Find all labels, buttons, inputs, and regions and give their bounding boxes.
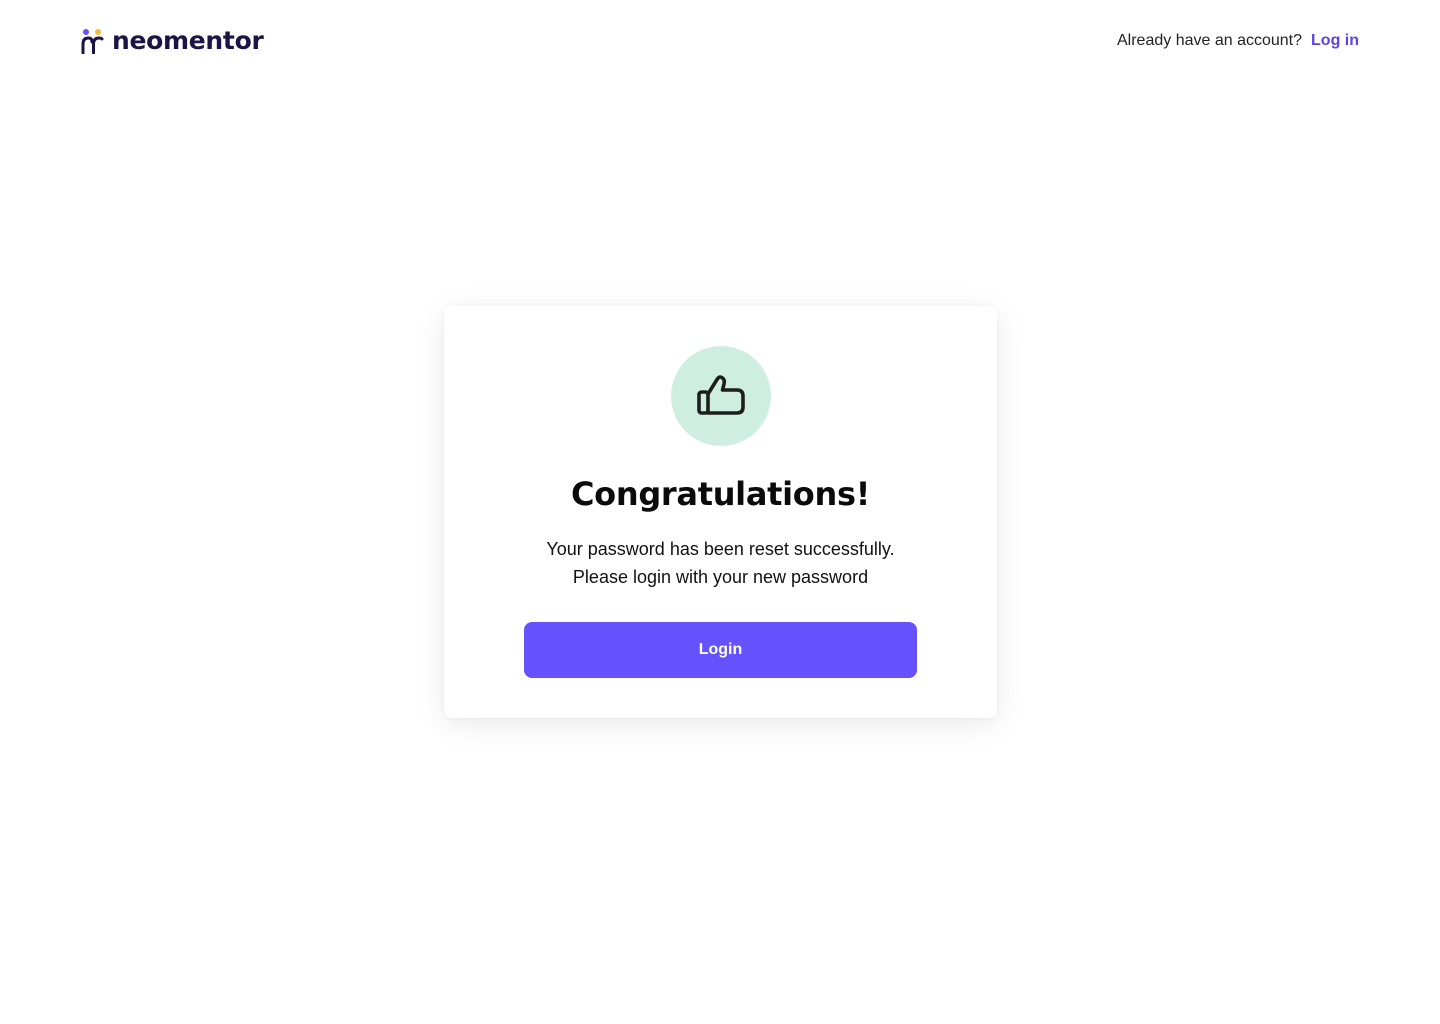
brand-logo[interactable]: neomentor xyxy=(80,26,264,56)
success-message: Your password has been reset successfull… xyxy=(444,535,997,591)
thumbs-up-icon xyxy=(697,375,745,415)
success-icon-badge xyxy=(671,346,771,446)
login-prompt: Already have an account? Log in xyxy=(1117,27,1359,55)
success-title: Congratulations! xyxy=(570,475,871,513)
top-header: neomentor Already have an account? Log i… xyxy=(80,26,1359,56)
login-button[interactable]: Login xyxy=(524,622,917,678)
success-message-line-1: Your password has been reset successfull… xyxy=(546,539,895,559)
logo-mark-icon xyxy=(81,29,104,54)
success-card: Congratulations! Your password has been … xyxy=(444,306,997,718)
success-message-line-2: Please login with your new password xyxy=(572,567,869,587)
brand-name: neomentor xyxy=(112,26,264,55)
account-question-text: Already have an account? xyxy=(1117,32,1303,49)
login-link[interactable]: Log in xyxy=(1311,27,1359,55)
password-reset-success-page: neomentor Already have an account? Log i… xyxy=(0,0,1440,1024)
